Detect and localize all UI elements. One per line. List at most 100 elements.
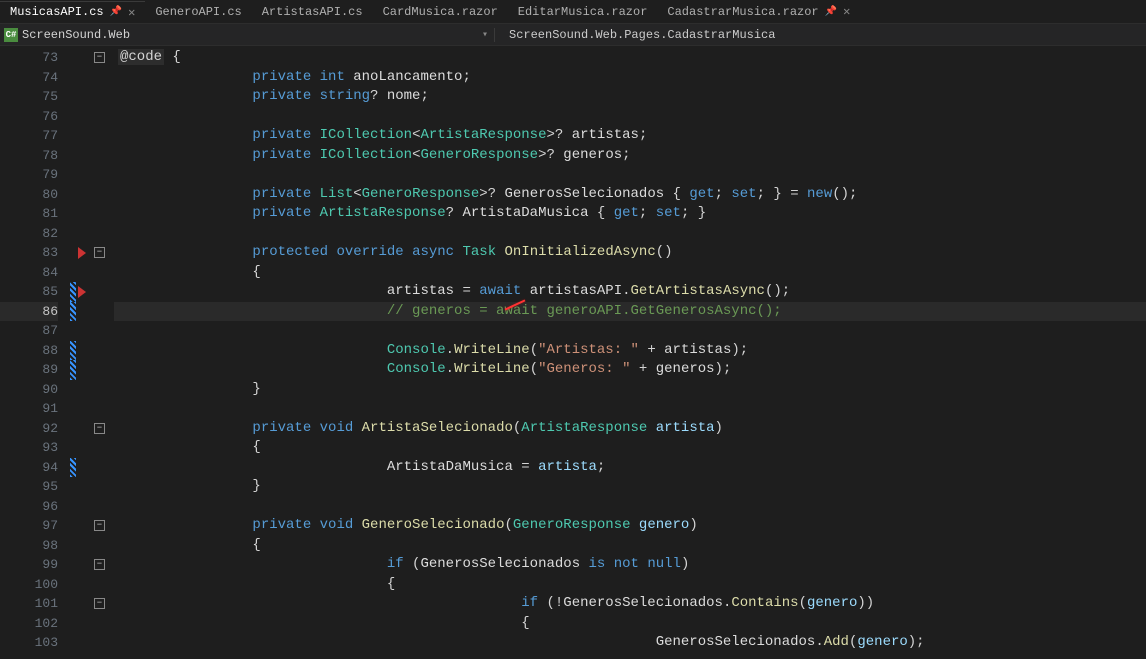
code-line[interactable]: artistas = await artistasAPI.GetArtistas… (114, 282, 1146, 302)
line-number: 97 (0, 516, 58, 536)
code-line[interactable] (114, 399, 1146, 419)
line-number: 78 (0, 146, 58, 166)
line-number: 95 (0, 477, 58, 497)
line-number: 101 (0, 594, 58, 614)
line-number: 74 (0, 68, 58, 88)
close-icon[interactable]: ✕ (843, 4, 850, 19)
code-content[interactable]: @code { private int anoLancamento; priva… (114, 46, 1146, 659)
change-marker (70, 458, 76, 478)
tab-musicas-api[interactable]: MusicasAPI.cs 📌 ✕ (0, 1, 145, 23)
chevron-down-icon[interactable]: ▾ (482, 29, 488, 41)
code-line[interactable]: { (114, 575, 1146, 595)
line-number: 96 (0, 497, 58, 517)
breakpoint-icon[interactable] (78, 286, 86, 298)
fold-toggle-icon[interactable]: − (94, 598, 105, 609)
context-scope-right[interactable]: ScreenSound.Web.Pages.CadastrarMusica (495, 28, 1146, 42)
pin-icon[interactable]: 📌 (825, 6, 837, 18)
line-number: 102 (0, 614, 58, 634)
change-marker (70, 341, 76, 361)
code-line[interactable]: private ICollection<ArtistaResponse>? ar… (114, 126, 1146, 146)
line-number: 86 (0, 302, 58, 322)
code-line[interactable] (114, 224, 1146, 244)
code-line[interactable]: Console.WriteLine("Generos: " + generos)… (114, 360, 1146, 380)
context-class-name: ScreenSound.Web.Pages.CadastrarMusica (509, 28, 775, 42)
code-line[interactable]: private void ArtistaSelecionado(ArtistaR… (114, 419, 1146, 439)
code-line[interactable]: private string? nome; (114, 87, 1146, 107)
line-number: 88 (0, 341, 58, 361)
code-line[interactable] (114, 321, 1146, 341)
tab-artistas-api[interactable]: ArtistasAPI.cs (252, 2, 373, 22)
tab-label: ArtistasAPI.cs (262, 5, 363, 19)
close-icon[interactable]: ✕ (128, 5, 135, 20)
code-line[interactable]: private ICollection<GeneroResponse>? gen… (114, 146, 1146, 166)
context-scope-left[interactable]: C# ScreenSound.Web ▾ (0, 28, 495, 42)
line-number: 87 (0, 321, 58, 341)
code-line[interactable]: } (114, 477, 1146, 497)
line-number: 91 (0, 399, 58, 419)
line-number: 92 (0, 419, 58, 439)
code-line[interactable]: { (114, 263, 1146, 283)
code-line[interactable]: private ArtistaResponse? ArtistaDaMusica… (114, 204, 1146, 224)
code-line[interactable]: GenerosSelecionados.Add(genero); (114, 633, 1146, 653)
line-number: 83 (0, 243, 58, 263)
change-marker (70, 360, 76, 380)
code-line[interactable]: } (114, 380, 1146, 400)
line-number: 80 (0, 185, 58, 205)
line-number: 94 (0, 458, 58, 478)
line-number: 93 (0, 438, 58, 458)
line-number: 82 (0, 224, 58, 244)
line-number: 75 (0, 87, 58, 107)
context-project-name: ScreenSound.Web (22, 28, 130, 42)
tab-genero-api[interactable]: GeneroAPI.cs (145, 2, 251, 22)
tab-bar: MusicasAPI.cs 📌 ✕ GeneroAPI.cs ArtistasA… (0, 0, 1146, 24)
code-line[interactable]: private void GeneroSelecionado(GeneroRes… (114, 516, 1146, 536)
csharp-icon: C# (4, 28, 18, 42)
tab-label: CadastrarMusica.razor (667, 5, 818, 19)
code-line[interactable]: private int anoLancamento; (114, 68, 1146, 88)
context-bar: C# ScreenSound.Web ▾ ScreenSound.Web.Pag… (0, 24, 1146, 46)
change-marker (70, 282, 76, 302)
code-line[interactable]: if (GenerosSelecionados is not null) (114, 555, 1146, 575)
code-line[interactable] (114, 165, 1146, 185)
line-number: 90 (0, 380, 58, 400)
code-line[interactable]: @code { (114, 48, 1146, 68)
code-line[interactable]: Console.WriteLine("Artistas: " + artista… (114, 341, 1146, 361)
code-line[interactable]: { (114, 536, 1146, 556)
line-number: 98 (0, 536, 58, 556)
line-number: 99 (0, 555, 58, 575)
fold-toggle-icon[interactable]: − (94, 423, 105, 434)
code-line[interactable] (114, 497, 1146, 517)
line-number: 89 (0, 360, 58, 380)
fold-toggle-icon[interactable]: − (94, 52, 105, 63)
fold-toggle-icon[interactable]: − (94, 520, 105, 531)
code-line[interactable]: ArtistaDaMusica = artista; (114, 458, 1146, 478)
change-marker (70, 302, 76, 322)
code-line[interactable]: if (!GenerosSelecionados.Contains(genero… (114, 594, 1146, 614)
tab-label: CardMusica.razor (383, 5, 498, 19)
line-number: 77 (0, 126, 58, 146)
tab-cardmusica[interactable]: CardMusica.razor (373, 2, 508, 22)
tab-label: GeneroAPI.cs (155, 5, 241, 19)
code-line[interactable]: { (114, 614, 1146, 634)
code-editor[interactable]: 7374757677787980818283848586878889909192… (0, 46, 1146, 659)
line-number: 100 (0, 575, 58, 595)
tab-editarmusica[interactable]: EditarMusica.razor (508, 2, 658, 22)
line-number: 85 (0, 282, 58, 302)
line-number-gutter: 7374757677787980818283848586878889909192… (0, 46, 70, 659)
line-number: 79 (0, 165, 58, 185)
breakpoint-icon[interactable] (78, 247, 86, 259)
fold-toggle-icon[interactable]: − (94, 559, 105, 570)
pin-icon[interactable]: 📌 (110, 6, 122, 18)
tab-cadastrarmusica[interactable]: CadastrarMusica.razor 📌 ✕ (657, 1, 860, 22)
tab-label: EditarMusica.razor (518, 5, 648, 19)
code-line[interactable]: private List<GeneroResponse>? GenerosSel… (114, 185, 1146, 205)
line-number: 81 (0, 204, 58, 224)
fold-toggle-icon[interactable]: − (94, 247, 105, 258)
line-number: 103 (0, 633, 58, 653)
tab-label: MusicasAPI.cs (10, 5, 104, 19)
code-line[interactable]: // generos = await generoAPI.GetGenerosA… (114, 302, 1146, 322)
line-number: 84 (0, 263, 58, 283)
code-line[interactable] (114, 107, 1146, 127)
code-line[interactable]: { (114, 438, 1146, 458)
code-line[interactable]: protected override async Task OnInitiali… (114, 243, 1146, 263)
